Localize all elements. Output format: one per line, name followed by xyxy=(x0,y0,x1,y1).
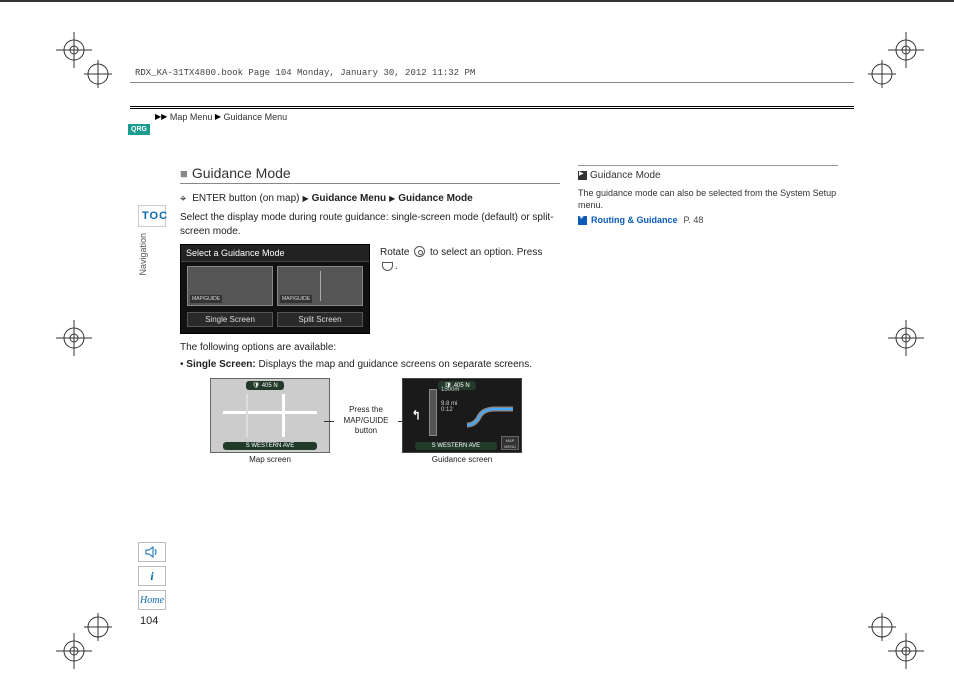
guidance-caption: Guidance screen xyxy=(432,455,492,464)
enter-icon xyxy=(180,192,189,205)
navigation-path: ENTER button (on map) ▶ Guidance Menu ▶ … xyxy=(180,192,560,205)
guidance-mode-screenshot: Select a Guidance Mode MAP/GUIDE MAP/GUI… xyxy=(180,244,370,334)
bottom-icon-column: i Home xyxy=(138,542,166,610)
intro-text: Select the display mode during route gui… xyxy=(180,211,560,238)
breadcrumb-a: Map Menu xyxy=(170,112,213,122)
road-sign-bottom: S WESTERN AVE xyxy=(223,442,317,450)
option-desc: Displays the map and guidance screens on… xyxy=(256,359,532,370)
breadcrumb: ▶▶ Map Menu ▶ Guidance Menu xyxy=(155,112,287,122)
split-screen-thumb: MAP/GUIDE xyxy=(277,266,363,306)
screenshot-title: Select a Guidance Mode xyxy=(181,245,369,262)
thumb-tag: MAP/GUIDE xyxy=(280,295,312,303)
crop-border xyxy=(0,1,954,2)
registration-mark xyxy=(868,613,896,641)
note-icon xyxy=(578,171,587,180)
registration-mark xyxy=(868,60,896,88)
map-caption: Map screen xyxy=(249,455,291,464)
page-number: 104 xyxy=(140,615,158,627)
registration-mark xyxy=(84,613,112,641)
rotate-rest: to select an option. Press xyxy=(430,247,542,258)
sidebar-body: The guidance mode can also be selected f… xyxy=(578,187,838,211)
xref-label: Routing & Guidance xyxy=(591,215,678,225)
distance-bar xyxy=(429,389,437,436)
divider xyxy=(130,106,854,109)
square-bullet-icon: ■ xyxy=(180,166,188,181)
map-screen-screenshot: 🛡 405 N S WESTERN AVE xyxy=(210,378,330,453)
xref-page: P. 48 xyxy=(684,215,704,225)
road-sign-top: 🛡 405 N xyxy=(246,381,283,390)
voice-icon[interactable] xyxy=(138,542,166,562)
qrg-badge: QRG xyxy=(128,124,150,135)
info-icon[interactable]: i xyxy=(138,566,166,586)
option-name: Single Screen: xyxy=(186,359,255,370)
thumb-tag: MAP/GUIDE xyxy=(190,295,222,303)
map-menu-button: MAP MENU xyxy=(501,436,519,450)
turn-arrow-icon xyxy=(411,407,425,421)
press-icon xyxy=(382,262,393,271)
triangle-icon: ▶ xyxy=(302,194,308,203)
divider xyxy=(130,82,854,83)
registration-mark xyxy=(892,324,920,352)
navigation-tab[interactable]: Navigation xyxy=(138,231,148,278)
breadcrumb-b: Guidance Menu xyxy=(224,112,288,122)
flow-instruction: Press the MAP/GUIDE button xyxy=(336,405,396,436)
single-screen-button: Single Screen xyxy=(187,312,273,327)
instruction-text: Rotate to select an option. Press . xyxy=(380,244,560,273)
path-menu: Guidance Menu xyxy=(312,193,386,204)
xref-icon xyxy=(578,216,587,225)
registration-mark xyxy=(892,36,920,64)
option-single-screen: Single Screen: Displays the map and guid… xyxy=(180,359,560,370)
single-screen-thumb: MAP/GUIDE xyxy=(187,266,273,306)
route-graphic xyxy=(465,405,515,431)
divider xyxy=(578,165,838,166)
guidance-screen-screenshot: 🛡 405 N 1500m 9.8 mi 0:12 S WESTERN AVE … xyxy=(402,378,522,453)
file-header: RDX_KA-31TX4800.book Page 104 Monday, Ja… xyxy=(135,68,475,78)
road-sign-bottom: S WESTERN AVE xyxy=(415,442,497,450)
home-icon[interactable]: Home xyxy=(138,590,166,610)
toc-tab[interactable]: TOC xyxy=(138,205,166,227)
sidebar-title: Guidance Mode xyxy=(590,170,661,181)
registration-mark xyxy=(60,637,88,665)
registration-mark xyxy=(84,60,112,88)
rotate-word: Rotate xyxy=(380,247,409,258)
triangle-icon: ▶ xyxy=(215,112,221,121)
section-title: Guidance Mode xyxy=(192,165,291,181)
path-enter: ENTER button (on map) xyxy=(192,193,299,204)
screen-flow: 🛡 405 N S WESTERN AVE Map screen Press t… xyxy=(210,378,560,464)
sidebar-note: Guidance Mode The guidance mode can also… xyxy=(578,165,838,225)
path-mode: Guidance Mode xyxy=(398,193,472,204)
cross-reference-link[interactable]: Routing & Guidance P. 48 xyxy=(578,215,838,225)
options-label: The following options are available: xyxy=(180,342,560,353)
triangle-icon: ▶ xyxy=(389,194,395,203)
split-screen-button: Split Screen xyxy=(277,312,363,327)
left-tab-column: TOC Navigation xyxy=(138,205,166,278)
section-heading: ■ Guidance Mode xyxy=(180,165,560,184)
sidebar-heading: Guidance Mode xyxy=(578,170,838,181)
triangle-icon: ▶▶ xyxy=(155,112,167,121)
distance-readout: 1500m 9.8 mi 0:12 xyxy=(441,387,459,413)
registration-mark xyxy=(60,324,88,352)
main-content: ■ Guidance Mode ENTER button (on map) ▶ … xyxy=(180,165,560,464)
registration-mark xyxy=(892,637,920,665)
dial-icon xyxy=(414,246,425,257)
